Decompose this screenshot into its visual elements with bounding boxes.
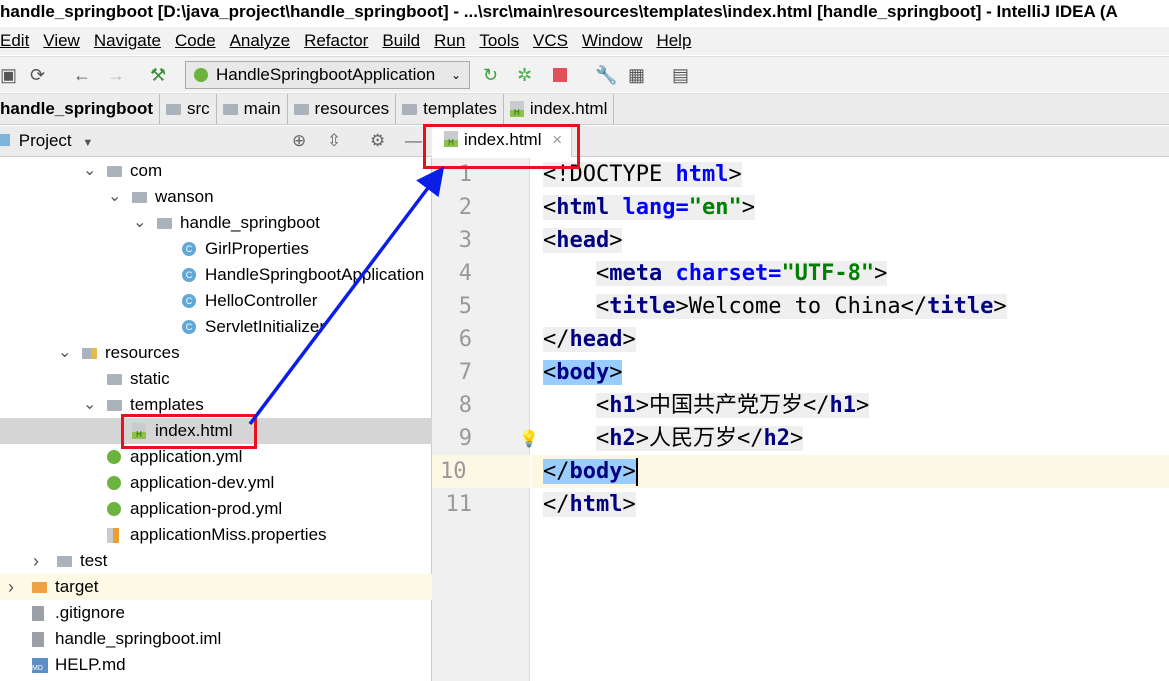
annotation-arrow bbox=[248, 166, 445, 426]
